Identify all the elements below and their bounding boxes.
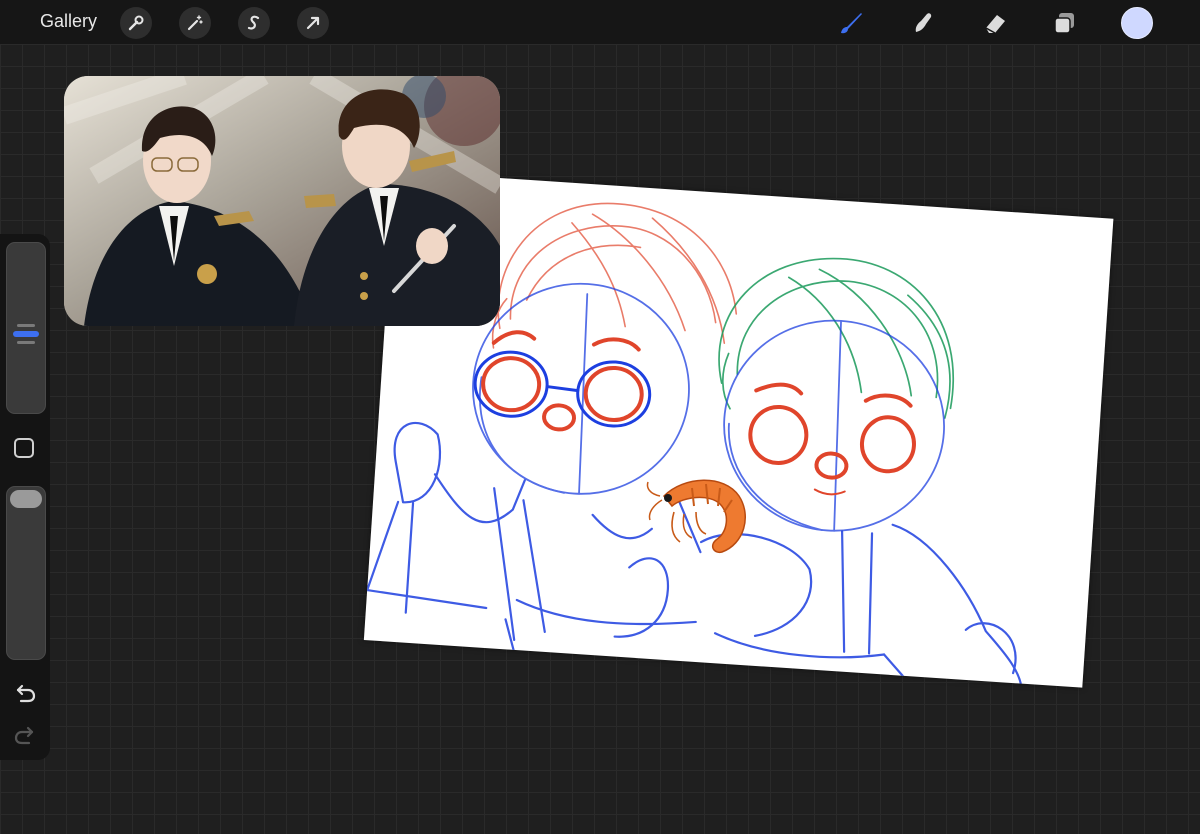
arrow-icon[interactable] xyxy=(297,7,329,39)
side-bar xyxy=(0,234,50,760)
smudge-icon[interactable] xyxy=(906,6,940,40)
layers-icon[interactable] xyxy=(1048,6,1082,40)
top-toolbar: Gallery xyxy=(0,0,1200,44)
eraser-icon[interactable] xyxy=(978,6,1012,40)
brush-icon[interactable] xyxy=(834,6,868,40)
reference-photo xyxy=(64,76,500,326)
selection-s-icon[interactable] xyxy=(238,7,270,39)
modify-button[interactable] xyxy=(14,438,34,458)
color-picker-swatch[interactable] xyxy=(1121,7,1153,39)
redo-icon[interactable] xyxy=(12,722,38,748)
wrench-icon[interactable] xyxy=(120,7,152,39)
magic-wand-icon[interactable] xyxy=(179,7,211,39)
opacity-slider[interactable] xyxy=(6,486,46,660)
brush-size-knob[interactable] xyxy=(8,321,44,347)
opacity-knob[interactable] xyxy=(10,490,42,508)
canvas-area xyxy=(0,0,1200,834)
undo-icon[interactable] xyxy=(12,680,38,706)
brush-size-slider[interactable] xyxy=(6,242,46,414)
gallery-button[interactable]: Gallery xyxy=(40,11,97,32)
reference-image-window[interactable] xyxy=(64,76,500,326)
